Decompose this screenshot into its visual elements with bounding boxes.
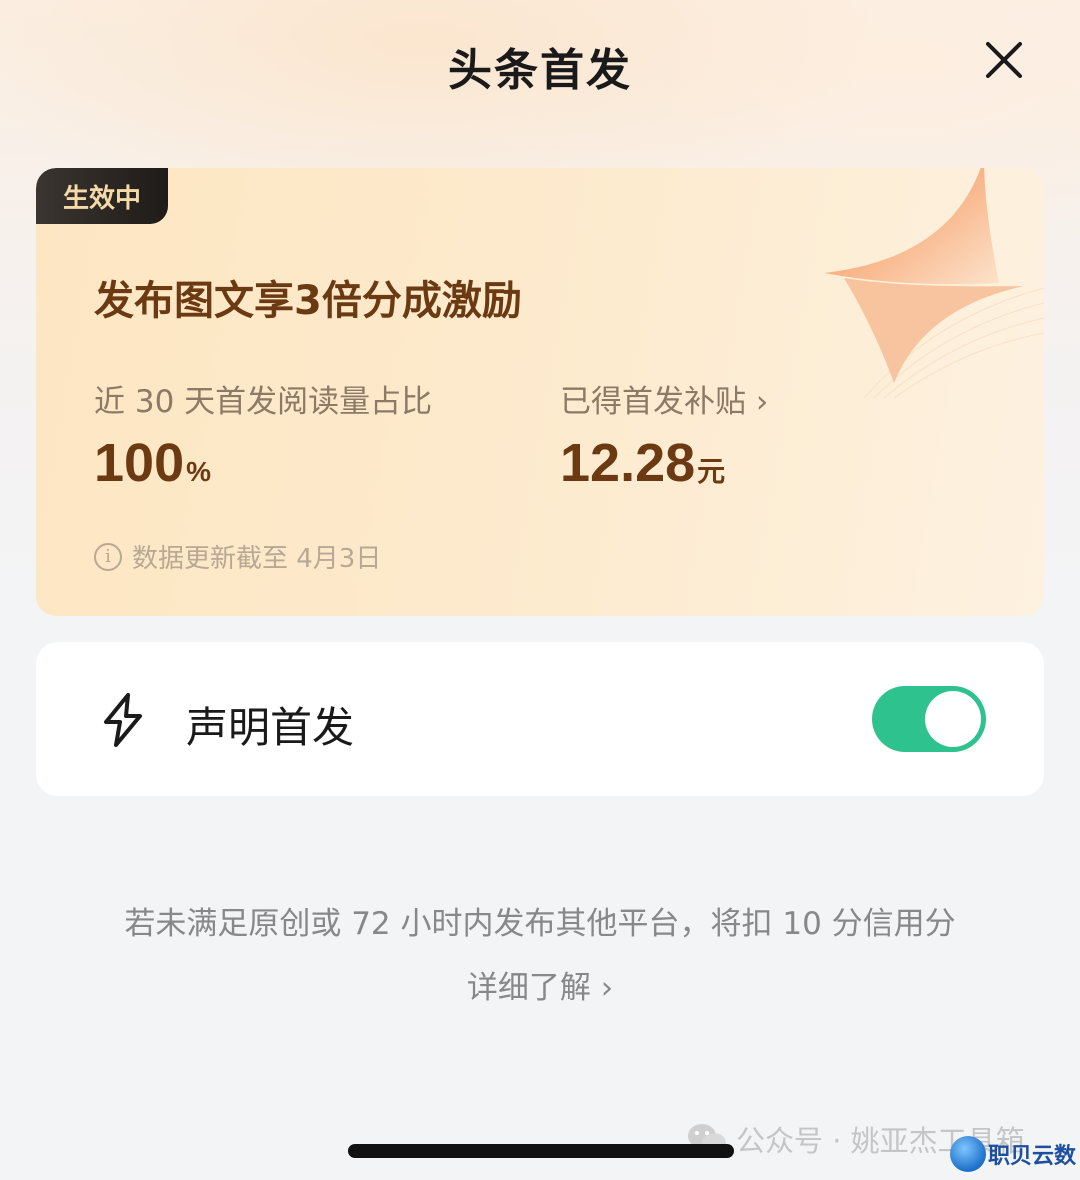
header: 头条首发 [0, 0, 1080, 130]
close-icon[interactable] [982, 38, 1026, 82]
subsidy-value: 12.28元 [560, 432, 725, 494]
lightning-icon [104, 693, 142, 747]
first-publish-ratio-label: 近 30 天首发阅读量占比 [94, 384, 433, 420]
page-title: 头条首发 [448, 45, 632, 96]
corner-logo-text: 职贝云数 [988, 1144, 1077, 1169]
ratio-unit: % [186, 456, 212, 487]
home-indicator[interactable] [348, 1144, 734, 1158]
subsidy-link[interactable]: 已得首发补贴 › [560, 376, 768, 421]
globe-logo-icon [950, 1136, 986, 1172]
update-note-text: 数据更新截至 4月3日 [132, 544, 382, 574]
subsidy-unit: 元 [697, 456, 726, 487]
first-publish-ratio-value: 100% [94, 432, 211, 494]
ratio-number: 100 [94, 433, 185, 493]
corner-logo: 职贝云数 [950, 1136, 1076, 1172]
toggle-knob [925, 691, 981, 747]
warning-text: 若未满足原创或 72 小时内发布其他平台，将扣 10 分信用分 [124, 906, 956, 942]
status-badge: 生效中 [36, 168, 168, 224]
subsidy-number: 12.28 [560, 433, 696, 493]
declare-first-publish-label: 声明首发 [186, 703, 355, 752]
declare-first-publish-row: 声明首发 [36, 642, 1044, 796]
declare-first-publish-toggle[interactable] [872, 686, 986, 752]
card-title: 发布图文享3倍分成激励 [94, 278, 522, 324]
incentive-card: 生效中 发布图文享3倍分成激励 近 30 天首发阅读量占比 100% 已得首发补… [36, 168, 1044, 616]
update-note: i 数据更新截至 4月3日 [94, 538, 381, 575]
decorative-ribbon [824, 168, 1044, 398]
learn-more-link[interactable]: 详细了解 › [0, 962, 1080, 1007]
info-icon: i [94, 542, 122, 571]
